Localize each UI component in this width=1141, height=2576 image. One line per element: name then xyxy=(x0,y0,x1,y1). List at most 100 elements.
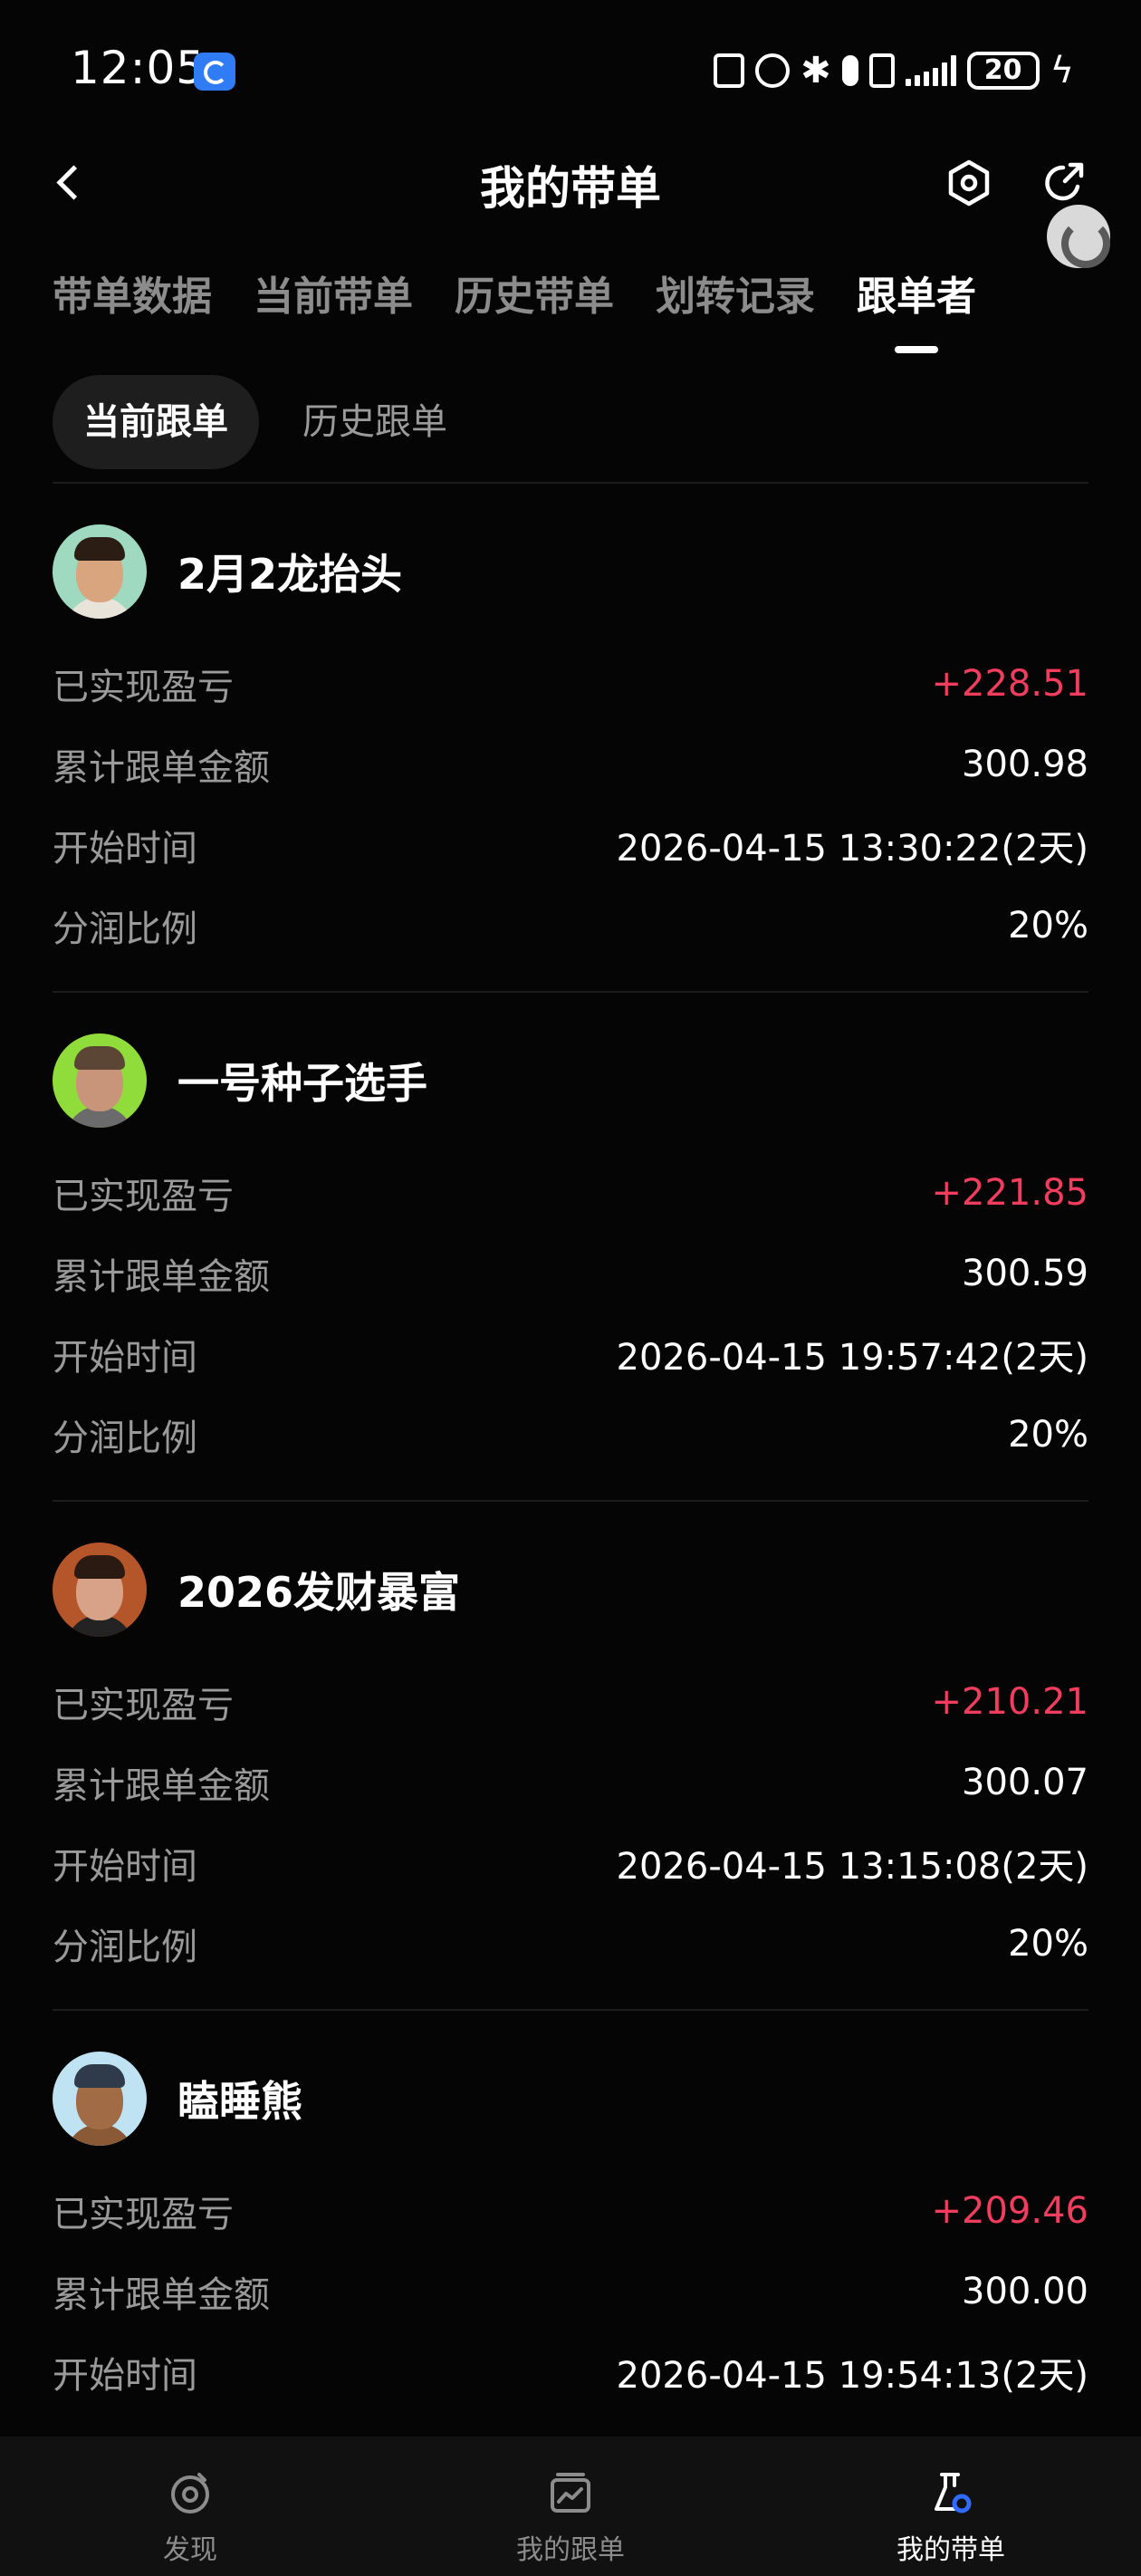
stat-row-share: 分润比例 20% xyxy=(53,1394,1088,1475)
avatar xyxy=(53,524,147,619)
avatar-hair xyxy=(74,1555,125,1579)
stat-label: 分润比例 xyxy=(53,908,197,950)
follower-stats: 已实现盈亏 +210.21 累计跟单金额 300.07 开始时间 2026-04-15… xyxy=(53,1661,1088,1984)
signal-icon xyxy=(905,55,956,86)
microphone-icon xyxy=(841,55,858,86)
stat-row-start: 开始时间 2026-04-15 13:30:22(2天) xyxy=(53,804,1088,885)
refresh-float-icon[interactable] xyxy=(1047,205,1110,268)
battery-icon: 20 xyxy=(966,52,1040,90)
nav-label: 发现 xyxy=(163,2534,217,2566)
stat-label: 开始时间 xyxy=(53,1336,197,1379)
start-time-value: 2026-04-15 13:15:08(2天) xyxy=(616,1845,1088,1888)
follower-name: 瞌睡熊 xyxy=(177,2077,302,2126)
stat-row-pnl: 已实现盈亏 +228.51 xyxy=(53,643,1088,724)
realized-pnl-value: +228.51 xyxy=(931,662,1088,705)
follower-name: 2026发财暴富 xyxy=(177,1568,461,1617)
chart-card-icon xyxy=(551,2473,590,2513)
avatar-hair xyxy=(74,537,125,561)
stat-label: 分润比例 xyxy=(53,2427,197,2437)
stat-row-start: 开始时间 2026-04-15 19:57:42(2天) xyxy=(53,1313,1088,1394)
discover-icon xyxy=(171,2473,209,2514)
follower-card[interactable]: 一号种子选手 已实现盈亏 +221.85 累计跟单金额 300.59 开始时间 202… xyxy=(53,993,1088,1502)
profit-share-value: 20% xyxy=(1008,1413,1088,1456)
settings-icon[interactable] xyxy=(945,159,992,207)
follow-amount-value: 300.07 xyxy=(962,1761,1088,1803)
subtab-current-follow[interactable]: 当前跟单 xyxy=(53,375,259,469)
stat-label: 已实现盈亏 xyxy=(53,1175,234,1217)
tab-transfer-records[interactable]: 划转记录 xyxy=(656,263,815,353)
follower-name: 一号种子选手 xyxy=(177,1059,427,1108)
bluetooth-icon: ✱ xyxy=(801,50,831,91)
tab-history-trades[interactable]: 历史带单 xyxy=(455,263,614,353)
stat-row-start: 开始时间 2026-04-15 13:15:08(2天) xyxy=(53,1822,1088,1903)
stat-row-share: 分润比例 xyxy=(53,2412,1088,2437)
alarm-icon xyxy=(755,53,791,88)
stat-row-amount: 累计跟单金额 300.59 xyxy=(53,1233,1088,1313)
stat-row-pnl: 已实现盈亏 +210.21 xyxy=(53,1661,1088,1742)
follower-stats: 已实现盈亏 +221.85 累计跟单金额 300.59 开始时间 2026-04-15… xyxy=(53,1152,1088,1475)
follower-header: 瞌睡熊 xyxy=(53,2051,302,2147)
tab-current-trades[interactable]: 当前带单 xyxy=(254,263,413,353)
stat-row-amount: 累计跟单金额 300.00 xyxy=(53,2251,1088,2331)
stat-row-amount: 累计跟单金额 300.98 xyxy=(53,724,1088,804)
vibrate-icon xyxy=(868,53,895,88)
realized-pnl-value: +209.46 xyxy=(931,2189,1088,2232)
avatar-hair xyxy=(74,2064,125,2088)
share-icon[interactable] xyxy=(1040,159,1087,207)
follower-stats: 已实现盈亏 +228.51 累计跟单金额 300.98 开始时间 2026-04-15… xyxy=(53,643,1088,966)
stat-row-share: 分润比例 20% xyxy=(53,1903,1088,1984)
start-time-value: 2026-04-15 19:57:42(2天) xyxy=(616,1336,1088,1379)
start-time-value: 2026-04-15 19:54:13(2天) xyxy=(616,2354,1088,2397)
nav-my-follows[interactable]: 我的跟单 xyxy=(380,2437,761,2576)
follower-list[interactable]: 2月2龙抬头 已实现盈亏 +228.51 累计跟单金额 300.98 开始时间 202… xyxy=(53,484,1088,2437)
follower-header: 2026发财暴富 xyxy=(53,1542,460,1638)
stat-row-pnl: 已实现盈亏 +209.46 xyxy=(53,2170,1088,2251)
status-bar: 12:05 ✱ 20 ϟ xyxy=(0,0,1141,136)
subtab-history-follow[interactable]: 历史跟单 xyxy=(272,375,478,469)
sub-tabs: 当前跟单 历史跟单 xyxy=(53,375,478,469)
stat-row-share: 分润比例 20% xyxy=(53,885,1088,966)
charging-icon: ϟ xyxy=(1050,50,1074,91)
stat-label: 累计跟单金额 xyxy=(53,746,270,789)
status-time: 12:05 xyxy=(71,42,206,94)
nav-my-lead-trades[interactable]: 我的带单 xyxy=(761,2437,1141,2576)
follower-card[interactable]: 2月2龙抬头 已实现盈亏 +228.51 累计跟单金额 300.98 开始时间 202… xyxy=(53,484,1088,993)
avatar-hair xyxy=(74,1046,125,1070)
stat-label: 累计跟单金额 xyxy=(53,2273,270,2316)
stat-row-amount: 累计跟单金额 300.07 xyxy=(53,1742,1088,1822)
stat-label: 已实现盈亏 xyxy=(53,2193,234,2235)
stat-label: 累计跟单金额 xyxy=(53,1255,270,1298)
stat-label: 已实现盈亏 xyxy=(53,666,234,708)
app-notification-icon xyxy=(194,53,235,91)
stat-label: 分润比例 xyxy=(53,1417,197,1459)
flask-icon xyxy=(935,2473,972,2514)
avatar xyxy=(53,2052,147,2146)
follow-amount-value: 300.98 xyxy=(962,743,1088,785)
follow-amount-value: 300.59 xyxy=(962,1252,1088,1294)
nav-label: 我的带单 xyxy=(896,2534,1005,2566)
stat-label: 累计跟单金额 xyxy=(53,1764,270,1807)
status-icons: ✱ 20 ϟ xyxy=(714,49,1074,92)
tab-trade-data[interactable]: 带单数据 xyxy=(53,263,212,353)
follower-card[interactable]: 2026发财暴富 已实现盈亏 +210.21 累计跟单金额 300.07 开始时间 2… xyxy=(53,1502,1088,2011)
avatar xyxy=(53,1033,147,1128)
main-tabs: 带单数据 当前带单 历史带单 划转记录 跟单者 xyxy=(53,263,976,353)
nav-discover[interactable]: 发现 xyxy=(0,2437,380,2576)
follower-name: 2月2龙抬头 xyxy=(177,550,403,599)
profit-share-value: 20% xyxy=(1008,904,1088,947)
stat-label: 开始时间 xyxy=(53,827,197,870)
bottom-nav: 发现 我的跟单 我的带单 xyxy=(0,2437,1141,2576)
follower-card[interactable]: 瞌睡熊 已实现盈亏 +209.46 累计跟单金额 300.00 开始时间 2026-0… xyxy=(53,2011,1088,2437)
avatar xyxy=(53,1543,147,1637)
follower-header: 2月2龙抬头 xyxy=(53,524,402,620)
tab-followers[interactable]: 跟单者 xyxy=(857,263,976,353)
page: 12:05 ✱ 20 ϟ 我的带单 带单数据 当前带单 历史带单 划转记录 跟单… xyxy=(0,0,1141,2576)
stat-row-start: 开始时间 2026-04-15 19:54:13(2天) xyxy=(53,2331,1088,2412)
realized-pnl-value: +210.21 xyxy=(931,1680,1088,1723)
stat-label: 分润比例 xyxy=(53,1926,197,1968)
nav-label: 我的跟单 xyxy=(516,2534,625,2566)
stat-row-pnl: 已实现盈亏 +221.85 xyxy=(53,1152,1088,1233)
nfc-icon xyxy=(714,53,745,88)
profit-share-value: 20% xyxy=(1008,1922,1088,1965)
stat-label: 开始时间 xyxy=(53,2354,197,2397)
